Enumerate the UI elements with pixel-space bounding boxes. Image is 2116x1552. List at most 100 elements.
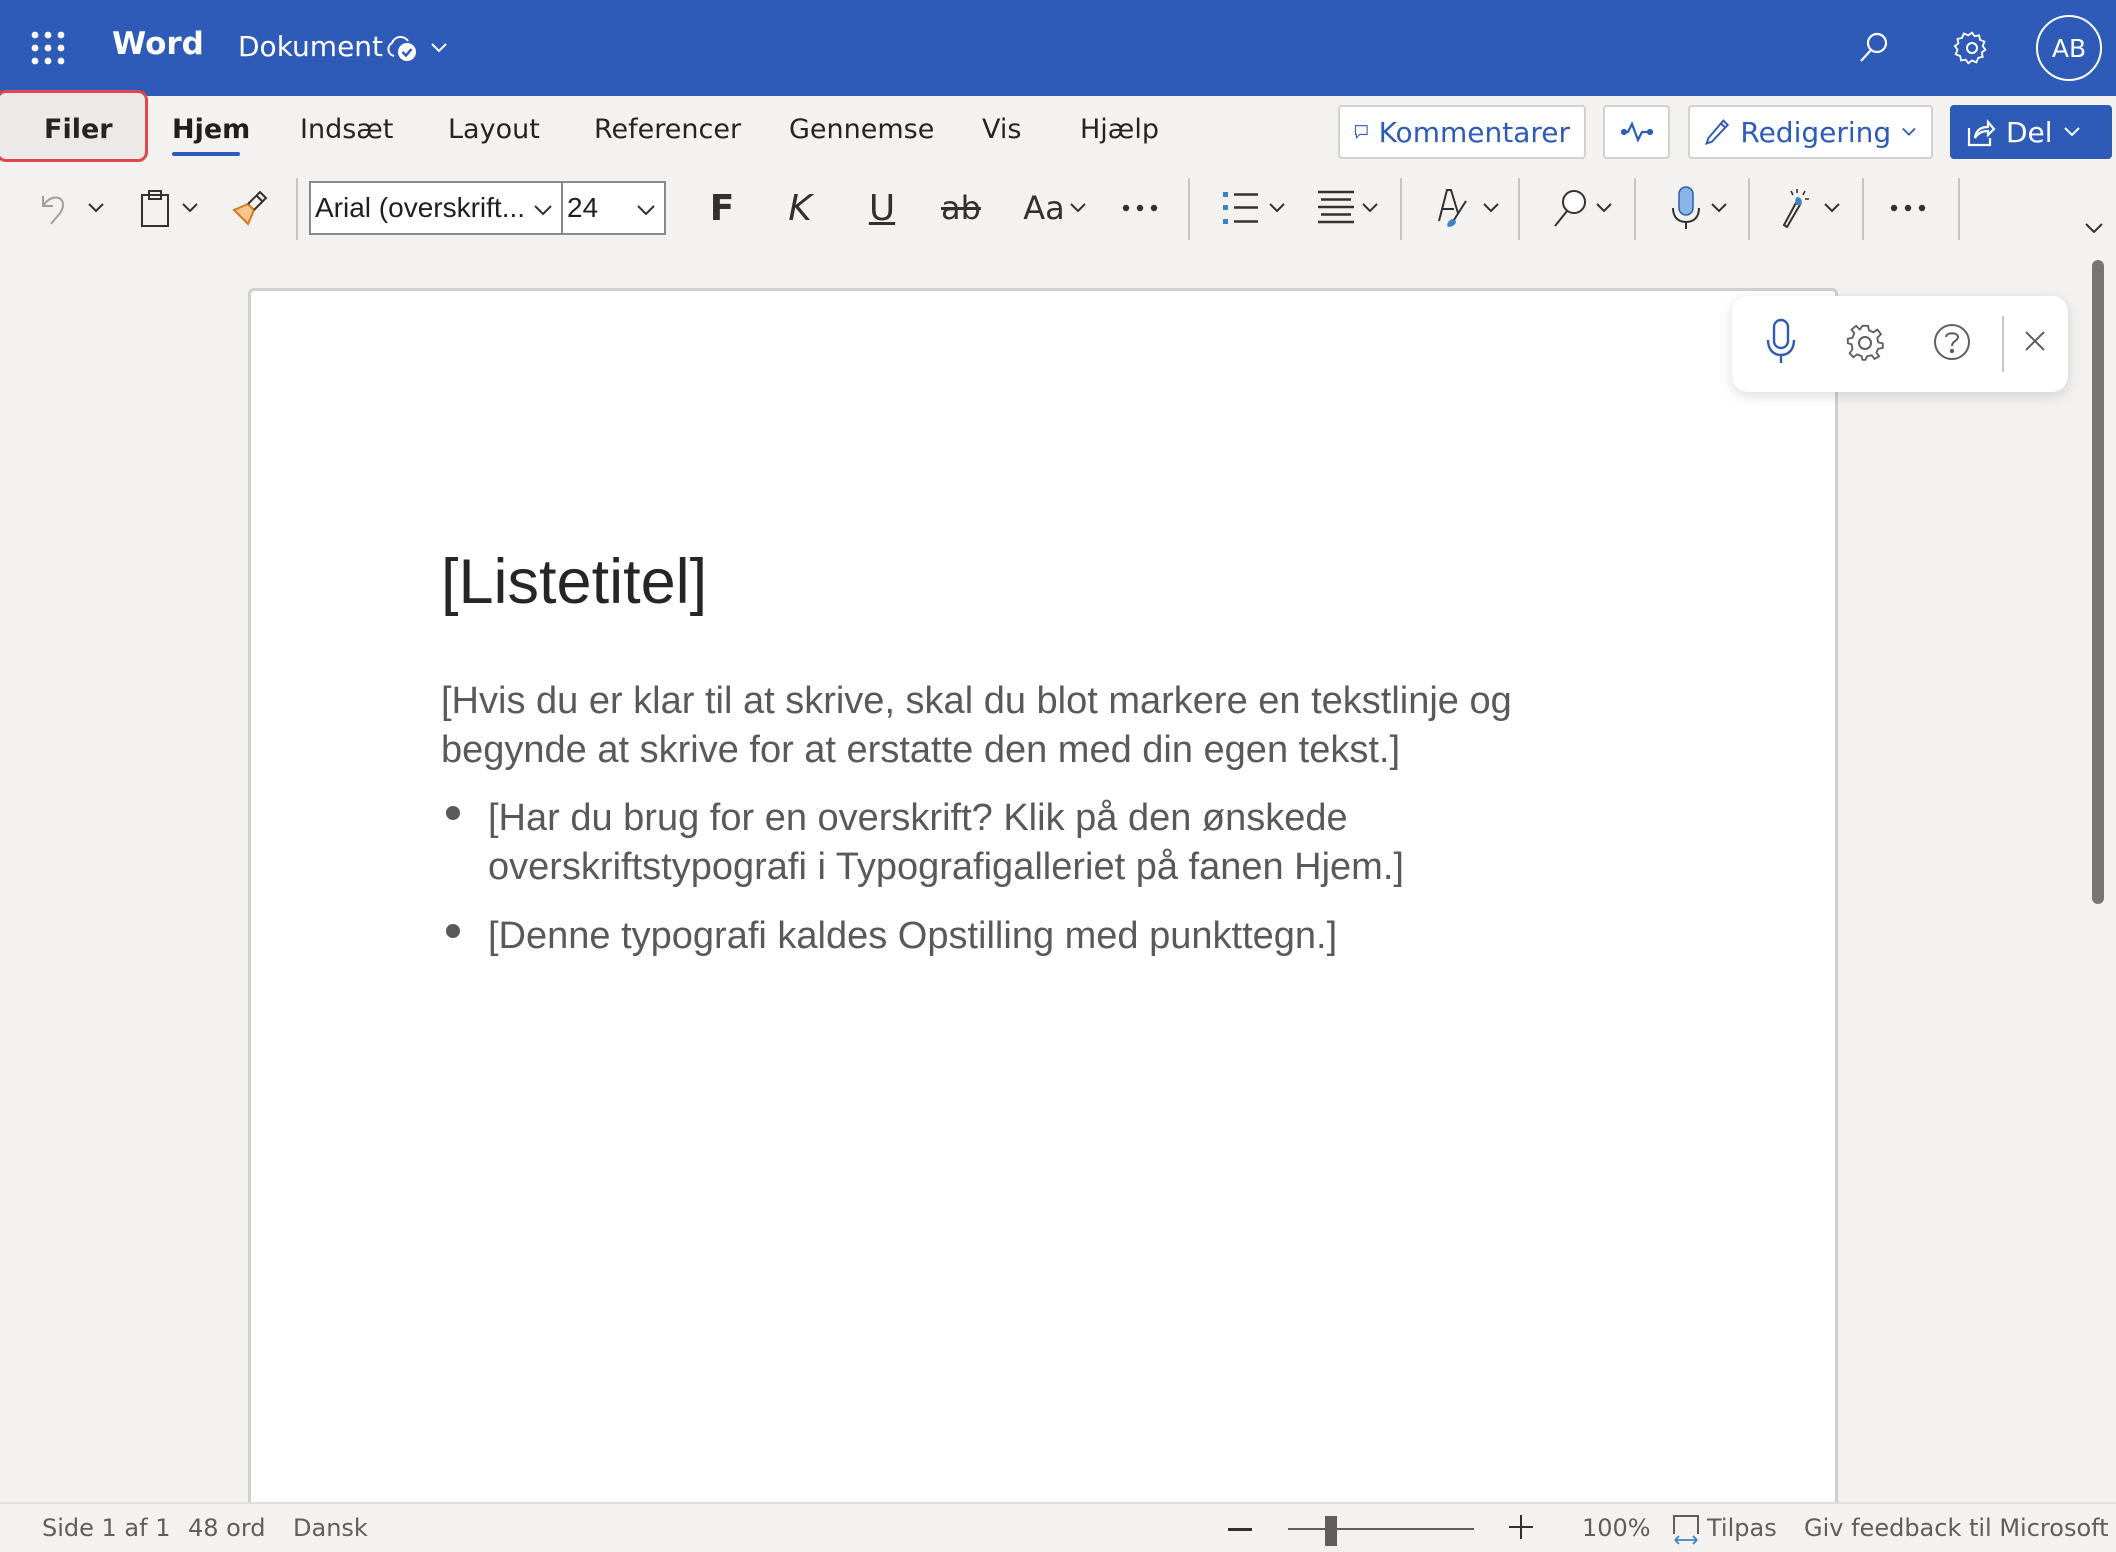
dictate-button[interactable] bbox=[1664, 182, 1734, 234]
plus-icon bbox=[1509, 1515, 1533, 1539]
chevron-down-icon bbox=[637, 205, 655, 216]
share-label: Del bbox=[2006, 115, 2053, 149]
expand-ribbon-button[interactable] bbox=[2080, 218, 2108, 238]
zoom-slider-thumb[interactable] bbox=[1325, 1516, 1337, 1546]
fit-icon[interactable] bbox=[1672, 1514, 1700, 1552]
page-count: Side 1 af 1 bbox=[42, 1514, 171, 1542]
paste-button[interactable] bbox=[134, 182, 204, 234]
ribbon-separator bbox=[1634, 178, 1636, 240]
avatar-initials: AB bbox=[2051, 33, 2087, 63]
bullet-marker bbox=[446, 806, 460, 820]
search-icon[interactable] bbox=[1857, 30, 1891, 68]
active-tab-indicator bbox=[172, 152, 240, 156]
bullet-2-line-1[interactable]: [Denne typografi kaldes Opstilling med p… bbox=[488, 911, 1337, 961]
document-name[interactable]: Dokument bbox=[238, 30, 383, 63]
zoom-slider-track[interactable] bbox=[1288, 1528, 1474, 1530]
word-count[interactable]: 48 ord bbox=[188, 1514, 266, 1542]
bullets-button[interactable] bbox=[1218, 182, 1290, 234]
chevron-down-icon bbox=[182, 203, 198, 213]
clipboard-icon bbox=[141, 190, 169, 227]
styles-button[interactable] bbox=[1432, 182, 1504, 234]
bullet-marker bbox=[446, 924, 460, 938]
avatar[interactable]: AB bbox=[2036, 15, 2102, 81]
tab-bar: Filer Hjem Indsæt Layout Referencer Genn… bbox=[0, 90, 2116, 168]
title-bar: Word Dokument AB bbox=[0, 0, 2116, 96]
editor-button[interactable] bbox=[1776, 182, 1846, 234]
editing-label: Redigering bbox=[1740, 115, 1892, 149]
chevron-down-icon bbox=[1483, 203, 1499, 213]
change-case-label: Aa bbox=[1023, 189, 1065, 227]
tab-file[interactable]: Filer bbox=[44, 114, 113, 145]
ribbon-separator bbox=[296, 178, 298, 240]
comments-label: Kommentarer bbox=[1378, 115, 1570, 149]
strikethrough-button[interactable]: ab bbox=[936, 182, 986, 234]
ribbon-separator bbox=[1862, 178, 1864, 240]
microphone-icon bbox=[1672, 186, 1700, 229]
close-icon[interactable] bbox=[2024, 330, 2046, 356]
tab-help[interactable]: Hjælp bbox=[1080, 114, 1159, 145]
font-size-value: 24 bbox=[567, 192, 599, 223]
intro-line-1[interactable]: [Hvis du er klar til at skrive, skal du … bbox=[441, 676, 1512, 726]
comments-button[interactable]: Kommentarer bbox=[1338, 105, 1586, 159]
more-font-options-button[interactable] bbox=[1116, 182, 1164, 234]
activity-button[interactable] bbox=[1603, 105, 1670, 159]
fit-label[interactable]: Tilpas bbox=[1707, 1514, 1777, 1542]
tab-references[interactable]: Referencer bbox=[594, 114, 741, 145]
ribbon-separator bbox=[1188, 178, 1190, 240]
tab-home[interactable]: Hjem bbox=[172, 114, 250, 145]
ribbon-separator bbox=[1400, 178, 1402, 240]
share-icon bbox=[1967, 119, 1996, 147]
chevron-down-icon bbox=[1362, 203, 1378, 213]
zoom-in-button[interactable] bbox=[1508, 1514, 1534, 1546]
more-options-button[interactable] bbox=[1886, 182, 1930, 234]
chevron-down-icon bbox=[534, 205, 552, 216]
format-painter-button[interactable] bbox=[230, 182, 270, 234]
bold-button[interactable]: F bbox=[700, 182, 744, 234]
find-button[interactable] bbox=[1546, 182, 1618, 234]
chevron-down-icon[interactable] bbox=[430, 40, 448, 59]
font-name-dropdown[interactable]: Arial (overskrift... bbox=[309, 181, 563, 235]
settings-gear-icon[interactable] bbox=[1953, 29, 1991, 71]
chevron-down-icon bbox=[1070, 203, 1086, 213]
format-painter-icon bbox=[232, 190, 268, 226]
zoom-level[interactable]: 100% bbox=[1582, 1514, 1651, 1542]
tab-view[interactable]: Vis bbox=[982, 114, 1021, 145]
cloud-saved-icon[interactable] bbox=[384, 32, 418, 68]
font-size-dropdown[interactable]: 24 bbox=[561, 181, 666, 235]
document-page[interactable]: [Listetitel] [Hvis du er klar til at skr… bbox=[248, 288, 1838, 1502]
more-icon bbox=[1890, 204, 1926, 212]
chevron-down-icon bbox=[1824, 203, 1840, 213]
ribbon-separator bbox=[1518, 178, 1520, 240]
italic-button[interactable]: K bbox=[778, 182, 822, 234]
app-name[interactable]: Word bbox=[112, 26, 204, 62]
app-launcher-icon[interactable] bbox=[30, 30, 66, 66]
zoom-out-button[interactable] bbox=[1228, 1528, 1252, 1531]
chevron-down-icon bbox=[88, 203, 104, 213]
editing-mode-button[interactable]: Redigering bbox=[1688, 105, 1933, 159]
bullet-1-line-2[interactable]: overskriftstypografi i Typografigallerie… bbox=[488, 842, 1404, 892]
tab-layout[interactable]: Layout bbox=[448, 114, 540, 145]
settings-gear-icon[interactable] bbox=[1846, 324, 1886, 368]
language[interactable]: Dansk bbox=[293, 1514, 368, 1542]
search-icon bbox=[1554, 190, 1586, 227]
underline-button[interactable]: U bbox=[860, 182, 904, 234]
change-case-button[interactable]: Aa bbox=[1020, 182, 1090, 234]
align-button[interactable] bbox=[1312, 182, 1384, 234]
document-title[interactable]: [Listetitel] bbox=[441, 546, 707, 618]
help-icon[interactable] bbox=[1932, 322, 1972, 366]
status-bar: Side 1 af 1 48 ord Dansk 100% Tilpas Giv… bbox=[0, 1502, 2116, 1552]
more-icon bbox=[1122, 204, 1158, 212]
tab-review[interactable]: Gennemse bbox=[789, 114, 934, 145]
feedback-link[interactable]: Giv feedback til Microsoft bbox=[1804, 1514, 2109, 1542]
microphone-icon[interactable] bbox=[1766, 318, 1796, 368]
styles-icon bbox=[1438, 189, 1467, 227]
intro-line-2[interactable]: begynde at skrive for at erstatte den me… bbox=[441, 725, 1400, 775]
bullet-1-line-1[interactable]: [Har du brug for en overskrift? Klik på … bbox=[488, 793, 1348, 843]
share-button[interactable]: Del bbox=[1950, 105, 2112, 159]
tab-insert[interactable]: Indsæt bbox=[300, 114, 393, 145]
font-name-value: Arial (overskrift... bbox=[315, 192, 526, 223]
pencil-icon bbox=[1705, 119, 1730, 145]
vertical-scrollbar[interactable] bbox=[2092, 260, 2104, 904]
undo-button[interactable] bbox=[34, 182, 110, 234]
chevron-down-icon bbox=[1596, 203, 1612, 213]
